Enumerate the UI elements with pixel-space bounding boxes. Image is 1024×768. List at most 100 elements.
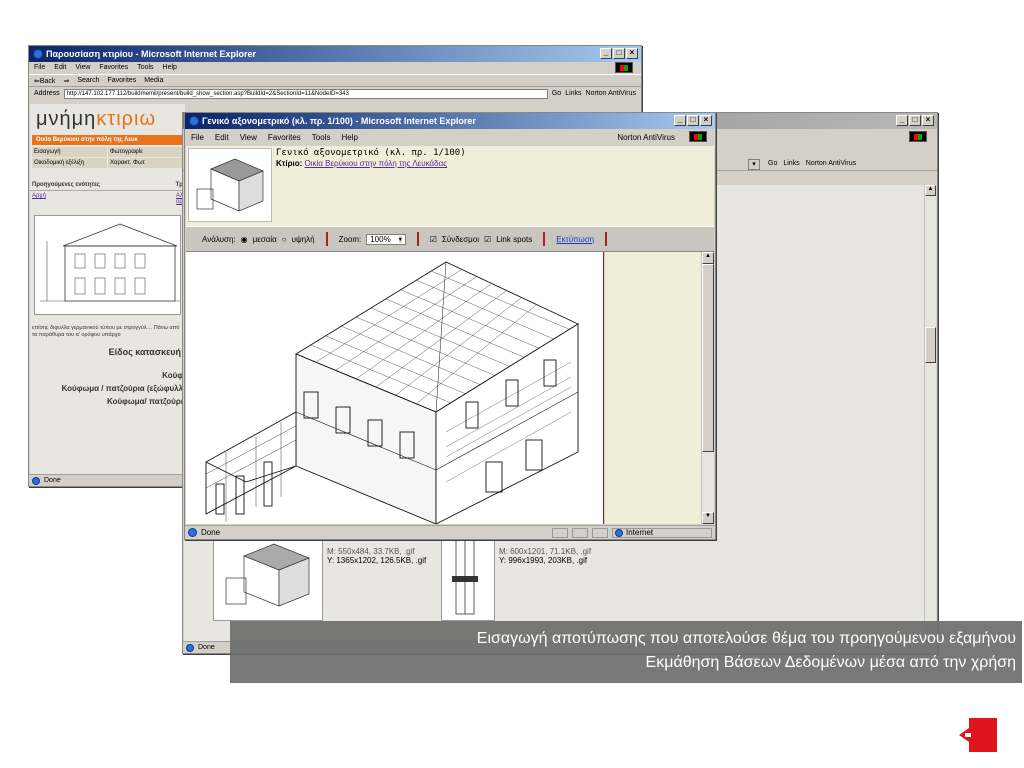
divider-2 bbox=[416, 232, 419, 246]
res-high-radio[interactable]: ○ bbox=[282, 235, 287, 244]
mid-status-text: Done bbox=[198, 644, 215, 651]
spots-checkbox[interactable]: ☑ bbox=[484, 235, 491, 244]
links-checkbox[interactable]: ☑ bbox=[430, 235, 437, 244]
front-close-button[interactable]: × bbox=[700, 115, 712, 126]
menu-view[interactable]: View bbox=[75, 64, 90, 72]
side-panel bbox=[594, 252, 604, 524]
minimize-button[interactable]: _ bbox=[600, 48, 612, 59]
ie-icon bbox=[33, 49, 43, 59]
close-button[interactable]: × bbox=[626, 48, 638, 59]
shutters-heading: Κούφωμα / πατζούρια (εξώφυλλ bbox=[61, 384, 183, 393]
front-menu-edit[interactable]: Edit bbox=[215, 133, 229, 142]
front-minimize-button[interactable]: _ bbox=[674, 115, 686, 126]
front-menu-view[interactable]: View bbox=[240, 133, 257, 142]
facade-drawing[interactable] bbox=[34, 215, 181, 315]
mid-windows-flag-icon bbox=[909, 131, 927, 142]
mid-scroll-up-arrow-icon[interactable]: ▲ bbox=[925, 185, 936, 196]
divider-4 bbox=[605, 232, 608, 246]
mid-scroll-thumb[interactable] bbox=[925, 327, 936, 363]
res-high-label: υψηλή bbox=[291, 234, 315, 244]
mid-norton-label: Norton AntiVirus bbox=[805, 160, 857, 167]
front-scrollbar[interactable]: ▲ ▼ bbox=[701, 252, 714, 524]
back-window-title: Παρουσίαση κτιρίου - Microsoft Internet … bbox=[46, 49, 257, 59]
home-link[interactable]: Αρχή bbox=[32, 193, 46, 205]
site-logo[interactable]: μνήμηκτιριω bbox=[30, 104, 185, 135]
mid-scrollbar[interactable]: ▲ bbox=[924, 185, 936, 641]
front-menu-tools[interactable]: Tools bbox=[312, 133, 331, 142]
header-thumbnail[interactable] bbox=[188, 148, 272, 222]
links-checkbox-label: Σύνδεσμοι bbox=[441, 234, 480, 244]
divider bbox=[325, 232, 328, 246]
scroll-up-arrow-icon[interactable]: ▲ bbox=[702, 252, 714, 264]
front-menu-favorites[interactable]: Favorites bbox=[268, 133, 301, 142]
facade-elevation-image bbox=[40, 223, 180, 302]
shutters-heading-2: Κούφωμα/ πατζούρι bbox=[107, 397, 183, 406]
favorites-button[interactable]: Favorites bbox=[108, 77, 137, 84]
menu-file[interactable]: File bbox=[34, 64, 45, 72]
back-toolbar: ⇐Back ⇒ Search Favorites Media bbox=[29, 74, 641, 87]
mid-go-button[interactable]: Go bbox=[768, 160, 777, 167]
mid-maximize-button[interactable]: □ bbox=[909, 115, 921, 126]
mid-addr-dropdown[interactable]: ▾ bbox=[748, 159, 760, 170]
mid-links-button[interactable]: Links bbox=[783, 160, 799, 167]
scroll-thumb[interactable] bbox=[702, 264, 714, 452]
nav-features[interactable]: Χαρακτ. Φωτ bbox=[108, 158, 183, 168]
back-button[interactable]: ⇐Back bbox=[34, 77, 55, 85]
mid-page-icon bbox=[186, 643, 194, 652]
slide-caption: Εισαγωγή αποτύπωσης που αποτελούσε θέμα … bbox=[230, 621, 1022, 683]
thumbnail-1-large: Y: 1365x1202, 126.5KB, .gif bbox=[327, 556, 427, 565]
menu-edit[interactable]: Edit bbox=[54, 64, 66, 72]
media-button[interactable]: Media bbox=[144, 77, 163, 84]
zoom-dropdown-icon: ▾ bbox=[398, 235, 402, 243]
notes-panel bbox=[605, 252, 701, 524]
mid-close-button[interactable]: × bbox=[922, 115, 934, 126]
viewer-options-bar: Ανάλυση: ◉ μεσαία ○ υψηλή Zoom: 100% ▾ ☑… bbox=[186, 226, 714, 252]
res-medium-radio[interactable]: ◉ bbox=[241, 235, 248, 244]
nav-intro[interactable]: Εισαγωγή bbox=[32, 147, 107, 157]
links-button[interactable]: Links bbox=[565, 90, 581, 97]
front-ie-icon bbox=[189, 116, 199, 126]
search-button[interactable]: Search bbox=[77, 77, 99, 84]
menu-help[interactable]: Help bbox=[163, 64, 177, 72]
front-menu-file[interactable]: File bbox=[191, 133, 204, 142]
front-status-text: Done bbox=[201, 528, 221, 537]
building-link[interactable]: Οικία Βερύκιου στην πόλη της Λευκάδας bbox=[305, 159, 448, 168]
resolution-label: Ανάλυση: bbox=[202, 234, 236, 244]
axonometric-drawing-panel[interactable] bbox=[186, 252, 594, 524]
thumbnail-1-info: M: 550x484, 33.7KB, .gif Y: 1365x1202, 1… bbox=[327, 547, 427, 565]
spots-checkbox-label: Link spots bbox=[496, 234, 533, 244]
building-label: Κτίριο: bbox=[276, 159, 303, 168]
viewer-header: Γενικό αξονομετρικό (κλ. πρ. 1/100) Κτίρ… bbox=[186, 146, 714, 226]
front-browser-window: Γενικό αξονομετρικό (κλ. πρ. 1/100) - Mi… bbox=[184, 112, 716, 540]
address-input[interactable]: http://147.102.177.112/buildmemil/presen… bbox=[63, 88, 548, 99]
divider-3 bbox=[543, 232, 546, 246]
building-orange-bar[interactable]: Οικία Βερύκιου στην πόλη της Λευκ bbox=[32, 135, 183, 145]
address-label: Address bbox=[34, 90, 60, 97]
front-maximize-button[interactable]: □ bbox=[687, 115, 699, 126]
maximize-button[interactable]: □ bbox=[613, 48, 625, 59]
back-arrow-icon[interactable] bbox=[959, 718, 997, 752]
internet-zone: Internet bbox=[612, 527, 712, 538]
front-statusbar: Done Internet bbox=[185, 525, 715, 539]
zoom-select[interactable]: 100% ▾ bbox=[366, 233, 406, 245]
nav-photos[interactable]: Φωτογραφίε bbox=[108, 147, 183, 157]
menu-favorites[interactable]: Favorites bbox=[99, 64, 128, 72]
nav-evolution[interactable]: Οικοδομική εξέλιξη bbox=[32, 158, 107, 168]
caption-line-1: Εισαγωγή αποτύπωσης που αποτελούσε θέμα … bbox=[476, 630, 1016, 647]
menu-tools[interactable]: Tools bbox=[137, 64, 153, 72]
go-button[interactable]: Go bbox=[552, 90, 561, 97]
forward-button[interactable]: ⇒ bbox=[63, 77, 69, 85]
back-page-content: μνήμηκτιριω Οικία Βερύκιου στην πόλη της… bbox=[30, 104, 185, 474]
back-status-text: Done bbox=[44, 477, 61, 484]
thumbnail-2-large: Y: 996x1993, 203KB, .gif bbox=[499, 556, 588, 565]
prev-sections-heading: Προηγούμενες ενότητες bbox=[32, 182, 101, 188]
construction-heading: Είδος κατασκευή bbox=[108, 347, 181, 357]
front-window-title: Γενικό αξονομετρικό (κλ. πρ. 1/100) - Mi… bbox=[202, 116, 476, 126]
mid-minimize-button[interactable]: _ bbox=[896, 115, 908, 126]
print-link[interactable]: Εκτύπωση bbox=[556, 235, 594, 244]
front-norton-label[interactable]: Norton AntiVirus bbox=[617, 133, 675, 142]
page-icon bbox=[32, 476, 40, 485]
scroll-down-arrow-icon[interactable]: ▼ bbox=[702, 512, 714, 524]
status-pane-1 bbox=[552, 527, 568, 538]
front-menu-help[interactable]: Help bbox=[341, 133, 357, 142]
